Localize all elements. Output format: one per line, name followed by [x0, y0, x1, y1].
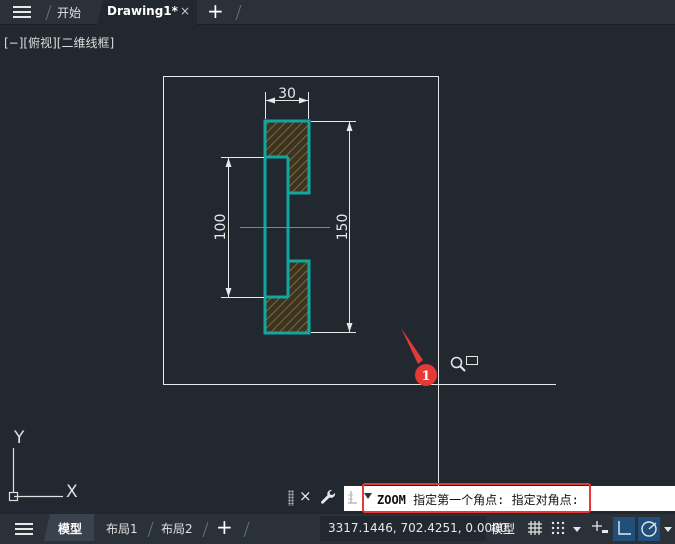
polar-tracking-icon[interactable] [639, 518, 659, 538]
tab-separator [243, 522, 250, 537]
ucs-x-label: X [66, 482, 78, 502]
zoom-magnifier-icon [450, 356, 478, 372]
drawing-canvas[interactable]: 30 100 150 1 Y X [0, 0, 675, 544]
snap-dots-icon[interactable] [549, 518, 569, 538]
tab-layout2[interactable]: 布局2 [161, 520, 193, 537]
tab-separator [202, 522, 209, 537]
layout-menu-icon[interactable] [14, 520, 34, 538]
tab-model[interactable]: 模型 [58, 520, 82, 537]
command-history-icon[interactable] [347, 489, 359, 507]
coordinates-display[interactable]: 3317.1446, 702.4251, 0.0000 [320, 516, 507, 541]
ucs-icon: Y X [8, 428, 78, 502]
annotation-arrow [401, 328, 423, 364]
tab-drawing1-label: Drawing1* [107, 4, 178, 18]
viewport-controls[interactable]: [−][俯视][二维线框] [4, 34, 114, 51]
new-tab-button[interactable]: + [207, 1, 224, 21]
drag-grip-icon[interactable] [288, 490, 294, 506]
tab-close-button[interactable]: × [180, 4, 190, 18]
status-bar: 模型 布局1 布局2 + 3317.1446, 702.4251, 0.0000… [0, 514, 675, 544]
tab-separator [147, 522, 154, 537]
ucs-y-label: Y [13, 428, 25, 448]
infer-constraints-icon[interactable] [590, 518, 610, 538]
hamburger-menu-icon[interactable] [10, 3, 34, 21]
dimension-total-height-text: 150 [335, 214, 351, 241]
model-space-button[interactable]: 模型 [491, 520, 515, 537]
wrench-icon[interactable] [319, 488, 337, 506]
command-line-close-button[interactable]: × [299, 487, 312, 505]
command-highlight-frame [362, 483, 591, 513]
document-tab-bar: 开始 Drawing1* × + [0, 0, 675, 25]
tab-start[interactable]: 开始 [57, 4, 81, 21]
coordinates-text: 3317.1446, 702.4251, 0.0000 [328, 521, 508, 535]
annotation-step-number: 1 [421, 369, 430, 384]
dimension-width[interactable]: 30 [265, 86, 309, 119]
dimension-width-text: 30 [278, 86, 296, 102]
dimension-inner-height-text: 100 [213, 214, 229, 241]
ortho-icon[interactable] [614, 518, 634, 538]
add-layout-button[interactable]: + [216, 515, 233, 539]
chevron-down-icon[interactable] [664, 527, 672, 532]
grid-icon[interactable] [525, 518, 545, 538]
tab-layout1[interactable]: 布局1 [106, 520, 138, 537]
tab-separator [235, 5, 242, 20]
tab-separator [45, 5, 52, 20]
command-line-tools: × [285, 486, 342, 510]
chevron-down-icon[interactable] [573, 527, 581, 532]
